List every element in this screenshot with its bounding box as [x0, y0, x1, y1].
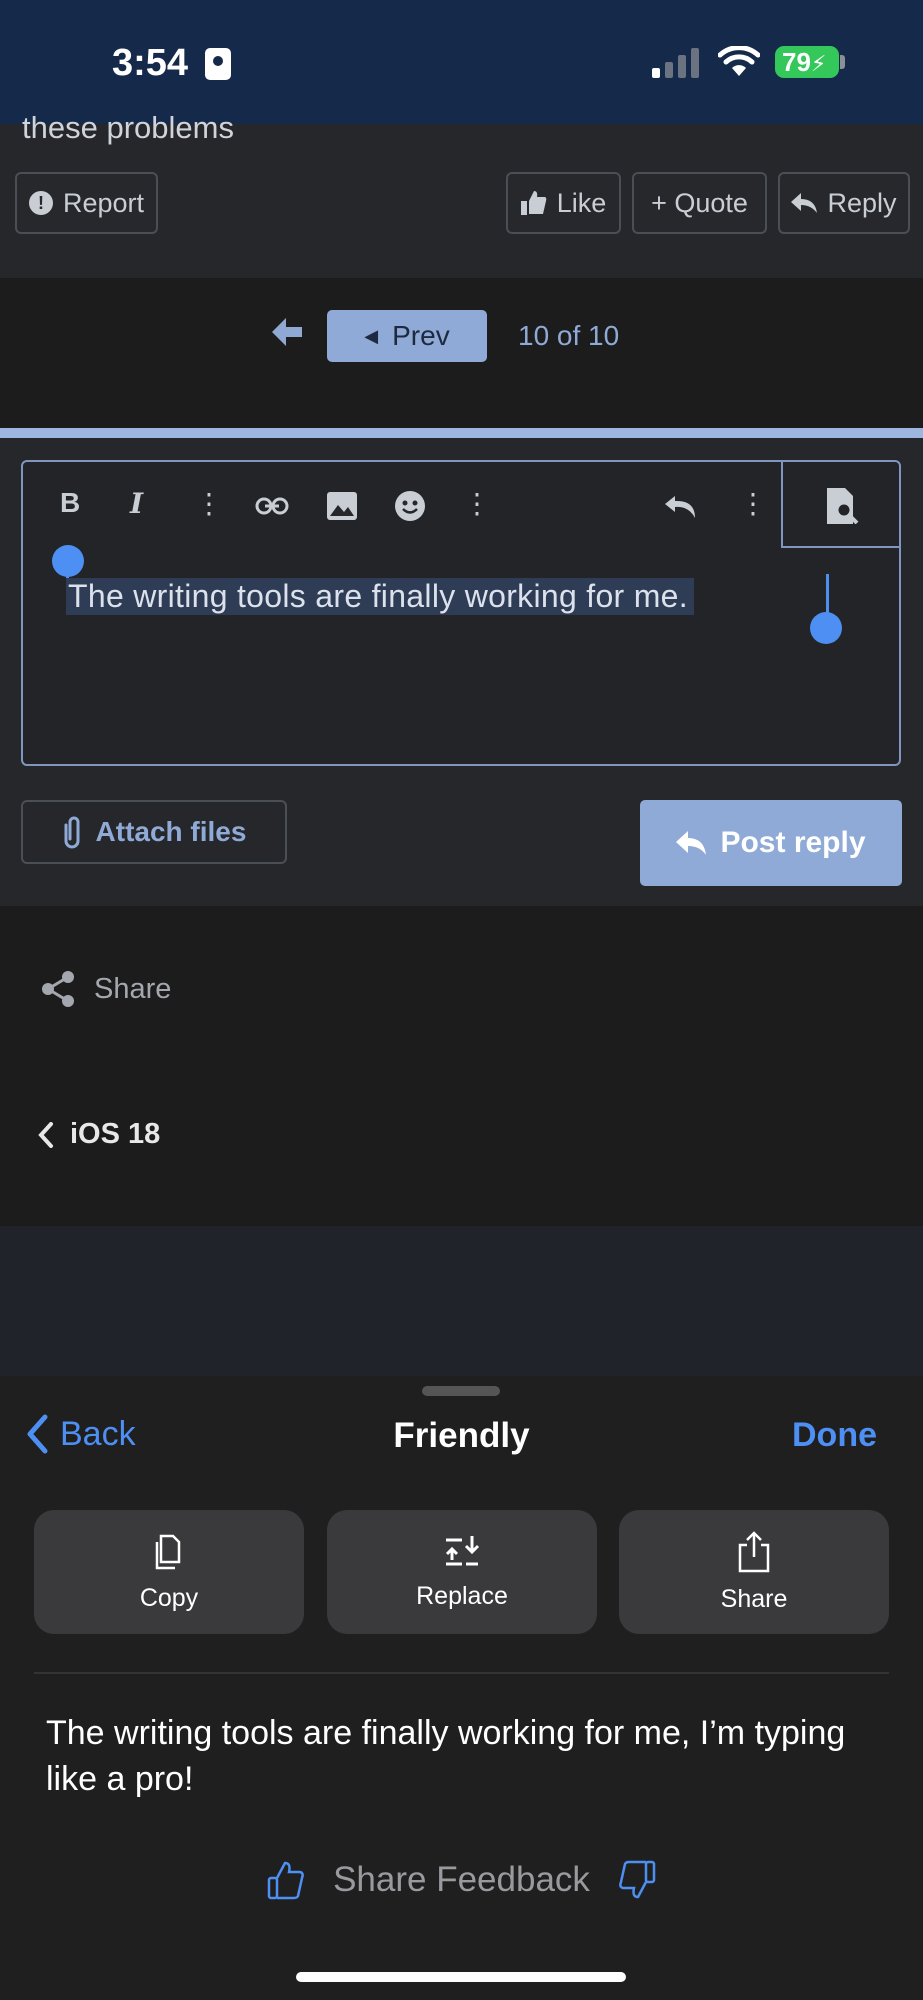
alert-icon: ! — [28, 191, 53, 215]
feedback-row: Share Feedback — [0, 1860, 923, 1900]
thumbs-up-icon[interactable] — [267, 1860, 305, 1900]
attach-files-label: Attach files — [95, 816, 247, 847]
copy-button[interactable]: Copy — [34, 1510, 304, 1634]
share-icon — [738, 1530, 770, 1572]
sheet-divider — [34, 1672, 889, 1674]
italic-icon[interactable]: I — [130, 487, 143, 520]
replace-button[interactable]: Replace — [327, 1510, 597, 1634]
selection-end-handle[interactable] — [810, 612, 842, 644]
replace-label: Replace — [416, 1581, 508, 1610]
selection-start-handle[interactable] — [52, 545, 84, 577]
reply-button[interactable]: Reply — [778, 172, 910, 234]
chevron-left-icon — [27, 1414, 48, 1454]
thumbs-up-icon — [520, 191, 547, 215]
post-reply-label: Post reply — [720, 826, 866, 859]
attach-files-button[interactable]: Attach files — [21, 800, 287, 864]
prev-page-button[interactable]: ◀ Prev — [327, 310, 487, 362]
battery-cap — [840, 55, 845, 69]
share-nodes-icon — [42, 971, 74, 1007]
image-icon[interactable] — [327, 492, 357, 520]
share-label: Share — [720, 1584, 788, 1613]
post-reply-button[interactable]: Post reply — [640, 800, 902, 886]
sheet-title: Friendly — [393, 1416, 530, 1455]
copy-label: Copy — [139, 1583, 199, 1612]
paperclip-icon — [64, 816, 80, 849]
document-search-icon — [827, 488, 859, 524]
rewritten-text[interactable]: The writing tools are finally working fo… — [46, 1710, 876, 1802]
thread-footer — [0, 906, 923, 1226]
portrait-lock-icon — [205, 48, 231, 80]
thumbs-down-icon[interactable] — [618, 1860, 656, 1900]
writing-tools-sheet — [0, 1376, 923, 2000]
home-indicator[interactable] — [296, 1972, 626, 1982]
chevron-left-icon — [38, 1121, 53, 1148]
prev-label: Prev — [392, 320, 450, 351]
replace-icon — [445, 1535, 480, 1565]
page-count: 10 of 10 — [518, 320, 620, 351]
share-feedback-label[interactable]: Share Feedback — [333, 1860, 590, 1900]
back-button[interactable]: Back — [26, 1414, 136, 1454]
wifi-icon — [718, 46, 760, 76]
breadcrumb-label: iOS 18 — [70, 1118, 161, 1150]
preview-button[interactable] — [781, 462, 899, 548]
more-vertical-icon[interactable]: ⋮ — [463, 487, 491, 520]
like-button[interactable]: Like — [506, 172, 621, 234]
like-label: Like — [556, 187, 607, 218]
editor-selected-text[interactable]: The writing tools are finally working fo… — [66, 578, 694, 615]
sheet-grabber[interactable] — [422, 1386, 500, 1396]
post-body-text: these problems — [22, 110, 234, 145]
share-thread-link[interactable]: Share — [40, 970, 171, 1008]
undo-icon[interactable] — [665, 496, 699, 518]
reply-arrow-icon — [676, 831, 707, 855]
bold-icon[interactable]: B — [60, 487, 80, 519]
quote-button[interactable]: + Quote — [632, 172, 767, 234]
share-button[interactable]: Share — [619, 1510, 889, 1634]
more-vertical-icon[interactable]: ⋮ — [739, 487, 767, 520]
more-vertical-icon[interactable]: ⋮ — [195, 487, 223, 520]
reply-arrow-icon — [791, 193, 818, 213]
jump-first-arrow-icon[interactable] — [272, 318, 302, 346]
emoji-icon[interactable] — [395, 491, 425, 521]
done-button[interactable]: Done — [792, 1416, 877, 1455]
copy-icon — [155, 1534, 181, 1569]
back-label: Back — [60, 1414, 136, 1453]
accent-divider — [0, 428, 923, 438]
quote-label: + Quote — [651, 187, 748, 218]
breadcrumb[interactable]: iOS 18 — [38, 1118, 160, 1151]
editor-toolbar: B I ⋮ ⋮ ⋮ — [23, 462, 783, 548]
link-icon[interactable] — [255, 496, 289, 516]
share-label: Share — [94, 972, 172, 1005]
report-label: Report — [62, 187, 145, 218]
caret-left-icon: ◀ — [364, 325, 379, 346]
report-button[interactable]: ! Report — [15, 172, 158, 234]
battery-indicator: 79⚡ — [775, 46, 839, 78]
cellular-signal-icon — [652, 48, 699, 78]
reply-label: Reply — [827, 187, 897, 218]
status-time: 3:54 — [112, 42, 189, 84]
